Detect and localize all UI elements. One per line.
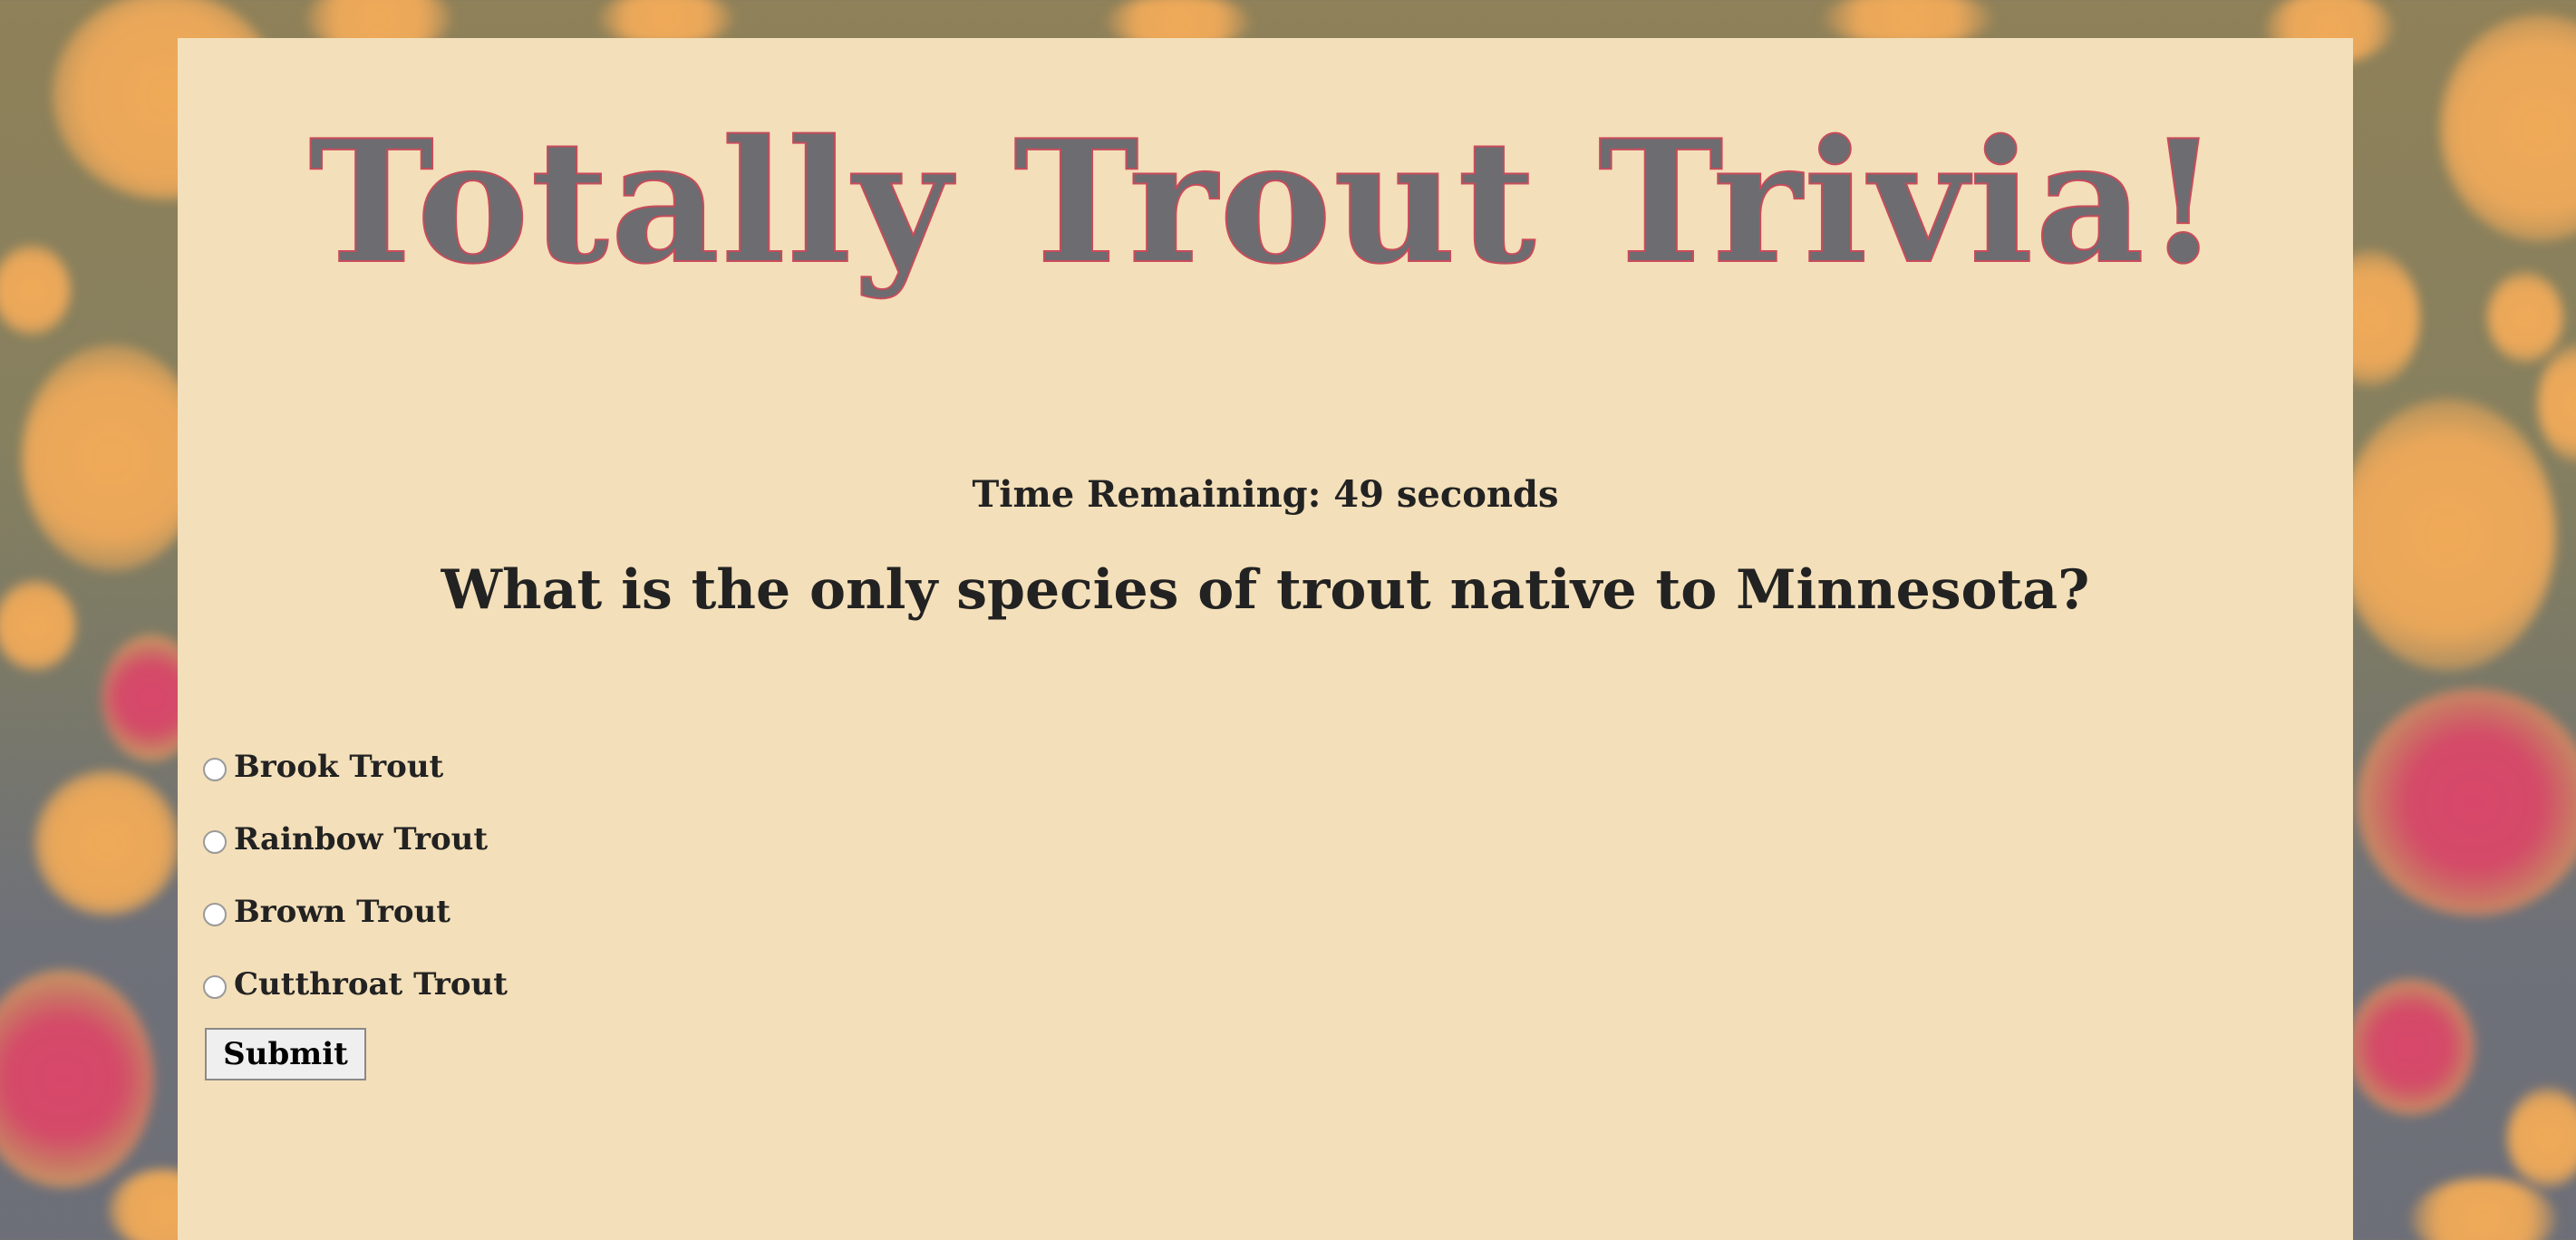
quiz-panel: Totally Trout Trivia! Time Remaining: 49…	[178, 38, 2353, 1240]
answer-option-rainbow-trout[interactable]: Rainbow Trout	[203, 803, 508, 876]
answer-label: Cutthroat Trout	[234, 966, 508, 1003]
answer-list: Brook Trout Rainbow Trout Brown Trout Cu…	[203, 731, 508, 1021]
background-spot	[34, 770, 179, 915]
background-spot	[2339, 399, 2556, 671]
radio-button[interactable]	[203, 830, 227, 854]
background-spot	[0, 245, 71, 335]
background-spot	[0, 580, 76, 671]
background-spot	[22, 344, 203, 571]
answer-option-brown-trout[interactable]: Brown Trout	[203, 876, 508, 948]
page-title: Totally Trout Trivia!	[308, 102, 2223, 301]
time-remaining: Time Remaining: 49 seconds	[972, 473, 1559, 516]
background-spot	[2357, 689, 2576, 915]
background-spot	[0, 970, 154, 1187]
background-spot	[2348, 979, 2474, 1115]
answer-label: Rainbow Trout	[234, 821, 489, 857]
question-text: What is the only species of trout native…	[441, 558, 2090, 622]
answer-option-cutthroat-trout[interactable]: Cutthroat Trout	[203, 948, 508, 1021]
answer-label: Brook Trout	[234, 749, 444, 785]
background-spot	[2411, 1178, 2556, 1240]
radio-button[interactable]	[203, 903, 227, 926]
background-spot	[2440, 15, 2576, 241]
background-spot	[2507, 1088, 2576, 1187]
background-spot	[2538, 344, 2576, 462]
answer-label: Brown Trout	[234, 894, 450, 930]
radio-button[interactable]	[203, 975, 227, 999]
submit-button[interactable]: Submit	[205, 1028, 366, 1080]
answer-option-brook-trout[interactable]: Brook Trout	[203, 731, 508, 803]
background-spot	[2487, 272, 2563, 363]
radio-button[interactable]	[203, 758, 227, 781]
